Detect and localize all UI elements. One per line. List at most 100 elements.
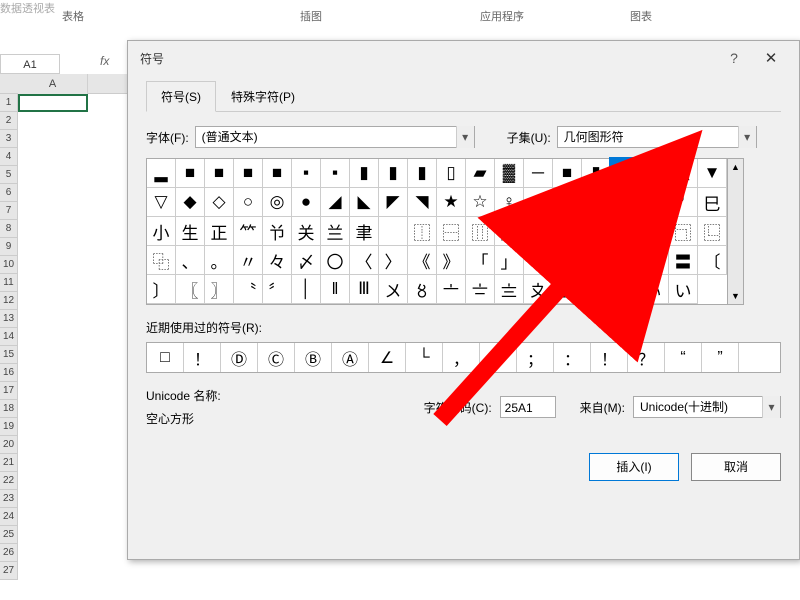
symbol-cell[interactable]: ▓ xyxy=(495,159,524,188)
symbol-cell[interactable]: ╰ xyxy=(640,188,669,217)
symbol-cell[interactable]: 、 xyxy=(176,246,205,275)
row-header[interactable]: 22 xyxy=(0,472,18,490)
symbol-cell[interactable]: ■ xyxy=(205,159,234,188)
symbol-cell[interactable]: 聿 xyxy=(350,217,379,246)
row-header[interactable]: 5 xyxy=(0,166,18,184)
row-header[interactable]: 20 xyxy=(0,436,18,454)
symbol-cell[interactable]: │ xyxy=(292,275,321,304)
symbol-cell[interactable]: ぃ xyxy=(640,275,669,304)
symbol-cell[interactable]: ╮ xyxy=(611,188,640,217)
symbol-cell[interactable]: 生 xyxy=(176,217,205,246)
symbol-cell[interactable]: ◎ xyxy=(263,188,292,217)
symbol-cell[interactable]: ◤ xyxy=(379,188,408,217)
symbol-cell[interactable]: ↗ xyxy=(582,188,611,217)
symbol-cell[interactable]: 。 xyxy=(205,246,234,275)
symbol-cell[interactable]: ⿵ xyxy=(553,217,582,246)
symbol-cell[interactable]: ⿷ xyxy=(611,217,640,246)
symbol-cell[interactable]: ■ xyxy=(234,159,263,188)
symbol-cell[interactable]: ⿱ xyxy=(437,217,466,246)
symbol-cell[interactable]: 正 xyxy=(205,217,234,246)
scroll-track[interactable] xyxy=(728,175,743,288)
charcode-input[interactable]: 25A1 xyxy=(500,396,556,418)
symbol-cell[interactable]: △ xyxy=(669,159,698,188)
symbol-cell[interactable]: ⺮ xyxy=(234,217,263,246)
row-header[interactable]: 16 xyxy=(0,364,18,382)
symbol-cell[interactable]: 〩 xyxy=(524,275,553,304)
symbol-cell[interactable]: 〆 xyxy=(292,246,321,275)
symbol-cell[interactable]: 》 xyxy=(437,246,466,275)
symbol-cell[interactable]: ● xyxy=(292,188,321,217)
row-header[interactable]: 10 xyxy=(0,256,18,274)
row-header[interactable]: 1 xyxy=(0,94,18,112)
symbol-cell[interactable]: 《 xyxy=(408,246,437,275)
symbol-cell[interactable]: ⿳ xyxy=(495,217,524,246)
symbol-cell[interactable]: ⿸ xyxy=(640,217,669,246)
row-header[interactable]: 6 xyxy=(0,184,18,202)
symbol-cell[interactable]: ⿺ xyxy=(698,217,727,246)
symbol-cell[interactable]: 『 xyxy=(524,246,553,275)
symbol-cell[interactable]: ⿰ xyxy=(408,217,437,246)
symbol-cell[interactable]: ★ xyxy=(437,188,466,217)
symbol-cell[interactable]: ▰ xyxy=(466,159,495,188)
symbol-cell[interactable]: 回 xyxy=(553,275,582,304)
symbol-cell[interactable]: 〕 xyxy=(147,275,176,304)
symbol-cell[interactable]: 【 xyxy=(582,246,611,275)
symbol-cell[interactable]: 〨 xyxy=(495,275,524,304)
symbol-cell[interactable]: ♂ xyxy=(524,188,553,217)
symbol-cell[interactable]: ■ xyxy=(553,159,582,188)
symbol-cell[interactable]: 兯 xyxy=(263,217,292,246)
symbol-cell[interactable]: 〃 xyxy=(234,246,263,275)
symbol-cell[interactable]: 】 xyxy=(611,246,640,275)
recent-symbol-cell[interactable]: “ xyxy=(665,343,702,372)
symbol-cell[interactable]: ▽ xyxy=(147,188,176,217)
recent-symbol-cell[interactable]: └ xyxy=(406,343,443,372)
symbol-cell[interactable]: 〗 xyxy=(205,275,234,304)
row-header[interactable]: 11 xyxy=(0,274,18,292)
symbol-cell[interactable]: 々 xyxy=(263,246,292,275)
symbol-grid-scrollbar[interactable]: ▲ ▼ xyxy=(728,158,744,305)
symbol-cell[interactable]: 〞 xyxy=(263,275,292,304)
symbol-cell[interactable]: ♀ xyxy=(495,188,524,217)
from-combo[interactable]: Unicode(十进制) ▾ xyxy=(633,396,781,418)
symbol-cell[interactable]: ◇ xyxy=(205,188,234,217)
symbol-cell[interactable]: ⿶ xyxy=(582,217,611,246)
symbol-cell[interactable]: ▲ xyxy=(640,159,669,188)
symbol-cell[interactable]: ◆ xyxy=(176,188,205,217)
recent-symbol-cell[interactable]: Ⓓ xyxy=(221,343,258,372)
symbol-cell[interactable]: ‖ xyxy=(321,275,350,304)
symbol-cell[interactable]: 「 xyxy=(466,246,495,275)
symbol-cell[interactable]: ↑ xyxy=(553,188,582,217)
recent-symbol-cell[interactable]: □ xyxy=(147,343,184,372)
recent-symbol-cell[interactable]: ！ xyxy=(591,343,628,372)
symbol-cell[interactable]: 』 xyxy=(553,246,582,275)
recent-symbol-cell[interactable]: ” xyxy=(702,343,739,372)
symbol-cell[interactable]: ▮ xyxy=(408,159,437,188)
scroll-down-button[interactable]: ▼ xyxy=(728,288,743,304)
symbol-cell[interactable]: ⿻ xyxy=(147,246,176,275)
symbol-cell[interactable]: □ xyxy=(611,159,640,188)
symbol-cell[interactable]: ▼ xyxy=(698,159,727,188)
row-header[interactable]: 14 xyxy=(0,328,18,346)
recent-symbol-cell[interactable]: Ⓐ xyxy=(332,343,369,372)
recent-symbol-cell[interactable]: ； xyxy=(517,343,554,372)
symbol-cell[interactable]: 〦 xyxy=(437,275,466,304)
row-header[interactable]: 13 xyxy=(0,310,18,328)
symbol-cell[interactable]: 关 xyxy=(292,217,321,246)
symbol-cell[interactable]: ▪ xyxy=(321,159,350,188)
symbol-cell[interactable]: Ⅲ xyxy=(350,275,379,304)
row-header[interactable]: 12 xyxy=(0,292,18,310)
row-header[interactable]: 24 xyxy=(0,508,18,526)
symbol-cell[interactable]: ▪ xyxy=(292,159,321,188)
symbol-cell[interactable]: 〝 xyxy=(234,275,263,304)
symbol-cell[interactable]: 〒 xyxy=(640,246,669,275)
symbol-cell[interactable]: ○ xyxy=(234,188,263,217)
tab-symbols[interactable]: 符号(S) xyxy=(146,81,216,112)
symbol-cell[interactable]: 小 xyxy=(147,217,176,246)
row-header[interactable]: 27 xyxy=(0,562,18,580)
recent-symbol-cell[interactable]: ， xyxy=(443,343,480,372)
row-header[interactable]: 26 xyxy=(0,544,18,562)
recent-symbol-cell[interactable]: Ⓒ xyxy=(258,343,295,372)
symbol-cell[interactable]: ─ xyxy=(524,159,553,188)
symbol-cell[interactable]: 」 xyxy=(495,246,524,275)
symbol-cell[interactable]: 〤 xyxy=(379,275,408,304)
